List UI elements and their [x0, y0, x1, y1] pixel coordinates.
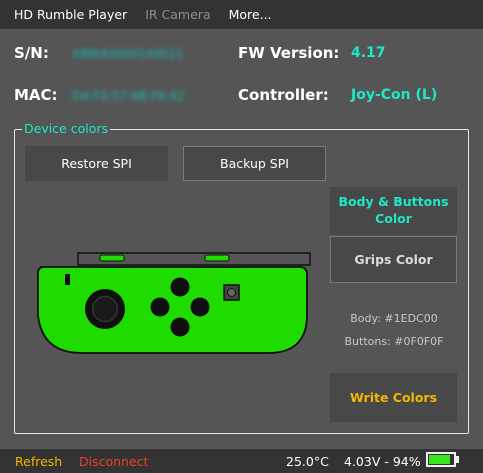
body-color-info: Body: #1EDC00: [350, 312, 438, 325]
buttons-color-info: Buttons: #0F0F0F: [344, 335, 444, 348]
fw-version-value: 4.17: [351, 45, 386, 61]
analog-stick-icon: [85, 289, 125, 329]
device-colors-title: Device colors: [22, 121, 111, 136]
battery-tip: [456, 456, 459, 463]
battery-readout: 4.03V - 94%: [344, 454, 421, 469]
body-buttons-color-button[interactable]: Body & Buttons Color: [330, 187, 457, 235]
mac-label: MAC:: [14, 86, 58, 104]
battery-icon: [426, 452, 456, 467]
status-bar: Refresh Disconnect 25.0°C 4.03V - 94%: [0, 449, 483, 473]
capture-button-icon: [223, 284, 240, 301]
controller-label: Controller:: [238, 86, 329, 104]
write-colors-button[interactable]: Write Colors: [330, 373, 457, 422]
refresh-link[interactable]: Refresh: [15, 454, 62, 469]
minus-button-icon: [65, 274, 70, 285]
menu-bar: HD Rumble Player IR Camera More...: [0, 0, 483, 29]
battery-fill: [429, 455, 450, 464]
mac-value: D4:F0:57:8B:F8:42: [72, 89, 185, 103]
disconnect-link[interactable]: Disconnect: [79, 454, 148, 469]
joy-con-preview: [37, 252, 311, 354]
menu-ir-camera[interactable]: IR Camera: [136, 0, 219, 29]
menu-hd-rumble-player[interactable]: HD Rumble Player: [0, 0, 136, 29]
backup-spi-button[interactable]: Backup SPI: [183, 146, 326, 181]
controller-value: Joy-Con (L): [351, 87, 438, 103]
menu-more[interactable]: More...: [220, 0, 281, 29]
sn-label: S/N:: [14, 44, 49, 62]
temperature-readout: 25.0°C: [286, 454, 329, 469]
sn-value: XBW40000149521: [72, 47, 184, 61]
restore-spi-button[interactable]: Restore SPI: [25, 146, 168, 181]
fw-version-label: FW Version:: [238, 44, 340, 62]
joy-con-body: [37, 266, 308, 354]
grips-color-button[interactable]: Grips Color: [330, 236, 457, 283]
joy-con-rail: [77, 252, 311, 266]
